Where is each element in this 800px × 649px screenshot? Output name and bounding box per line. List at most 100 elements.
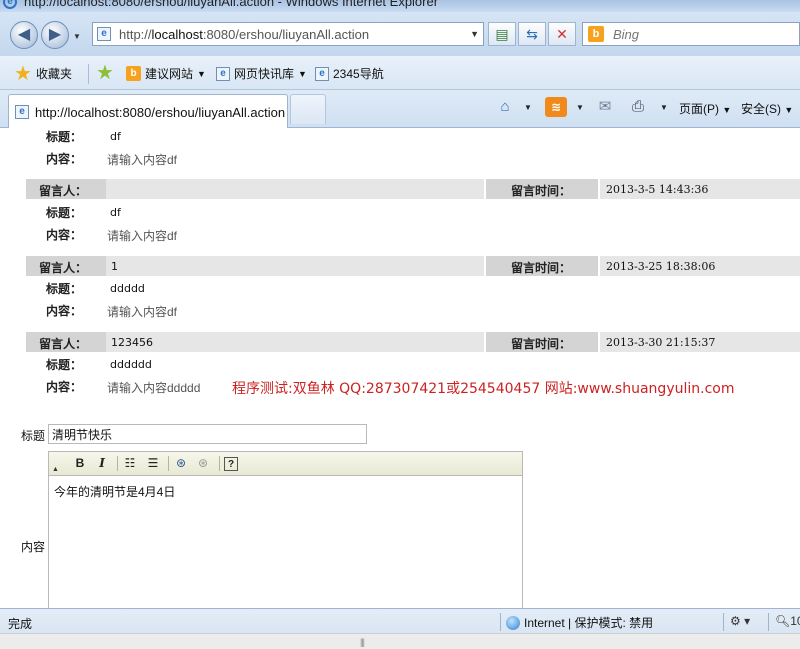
window-title-bar: e http://localhost:8080/ershou/liuyanAll… — [0, 0, 800, 12]
time-label-cell: 留言时间： — [484, 332, 598, 352]
form-title-label: 标题 — [21, 429, 46, 443]
tab-active[interactable]: e http://localhost:8080/ershou/liuyanAll… — [8, 94, 288, 128]
protected-mode-icon[interactable]: ⚙ ▾ — [730, 614, 750, 628]
status-bar: 完成 Internet | 保护模式: 禁用 ⚙ ▾ 🔍︎10 ||| — [0, 608, 800, 649]
time-cell: 2013-3-30 21:15:37 — [598, 332, 800, 352]
title-label: 标题： — [46, 282, 83, 296]
time-cell: 2013-3-25 18:38:06 — [598, 256, 800, 276]
fav-item-suggested-sites[interactable]: b 建议网站 ▼ — [126, 65, 206, 82]
ie-page-icon: e — [15, 105, 29, 119]
address-dropdown-icon[interactable]: ▼ — [470, 29, 479, 39]
ie-page-icon: e — [216, 66, 230, 81]
add-to-favorites-bar-button[interactable]: ★ — [96, 62, 114, 84]
back-button[interactable]: ◀ — [10, 21, 38, 49]
search-box[interactable]: b Bing — [582, 22, 800, 46]
author-label: 留言人： — [39, 337, 88, 351]
tab-bar: e http://localhost:8080/ershou/liuyanAll… — [0, 90, 800, 128]
numbered-list-icon[interactable]: ☷ — [121, 455, 139, 472]
message-title: dddddd — [110, 358, 152, 371]
bing-icon: b — [588, 26, 604, 42]
author-label: 留言人： — [39, 184, 88, 198]
message-header: 留言人： 123456 留言时间： 2013-3-30 21:15:37 — [26, 332, 800, 352]
author-cell — [106, 256, 484, 276]
time-value: 2013-3-5 14:43:36 — [606, 183, 709, 196]
title-label: 标题： — [46, 130, 83, 144]
message-title: df — [110, 130, 121, 143]
title-label: 标题： — [46, 358, 83, 372]
message-content: 请输入内容df — [107, 229, 178, 243]
forward-button[interactable]: ▶ — [41, 21, 69, 49]
rss-feed-icon[interactable]: ≋ — [545, 97, 567, 117]
scroll-grip-icon[interactable]: ||| — [360, 637, 365, 647]
italic-button[interactable]: I — [93, 455, 111, 472]
zoom-icon: 🔍︎ — [775, 614, 791, 628]
editor-content[interactable]: 今年的清明节是4月4日 — [49, 477, 522, 608]
fav-item-label: 2345导航 — [333, 67, 384, 81]
add-favorite-icon: ★ — [96, 62, 114, 84]
address-url[interactable]: http://localhost:8080/ershou/liuyanAll.a… — [119, 27, 369, 42]
tab-title: http://localhost:8080/ershou/liuyanAll.a… — [35, 105, 286, 120]
editor-toolbar: ▲ B I ☷ ☰ ⊛ ⊛ ? — [49, 452, 522, 476]
safety-menu[interactable]: 安全(S) ▼ — [741, 100, 793, 117]
separator — [723, 613, 724, 631]
favorites-label: 收藏夹 — [35, 67, 72, 81]
security-zone[interactable]: Internet | 保护模式: 禁用 — [506, 614, 653, 631]
navigation-bar: ◀ ▶ ▼ e http://localhost:8080/ershou/liu… — [0, 12, 800, 56]
separator — [117, 456, 118, 471]
search-placeholder: Bing — [613, 27, 640, 42]
new-tab-button[interactable] — [290, 94, 326, 124]
time-label-cell: 留言时间： — [484, 179, 598, 199]
print-icon[interactable]: ⎙ — [627, 97, 649, 117]
chevron-down-icon: ▼ — [298, 68, 307, 79]
bold-button[interactable]: B — [71, 455, 89, 472]
refresh-icon[interactable]: ⇆ — [518, 22, 546, 46]
content-label: 内容： — [46, 380, 83, 394]
horizontal-scrollbar[interactable]: ||| — [0, 633, 800, 649]
home-icon[interactable]: ⌂ — [494, 97, 516, 117]
time-label: 留言时间： — [511, 184, 572, 198]
insert-link-icon[interactable]: ⊛ — [172, 455, 190, 472]
page-content: 标题： df 内容： 请输入内容df 留言人： 留言时间： 2013-3-5 1… — [0, 128, 800, 608]
author-value: 1 — [111, 260, 118, 273]
help-button[interactable]: ? — [224, 457, 238, 471]
ie-page-icon: e — [97, 27, 111, 41]
stop-icon[interactable]: ✕ — [548, 22, 576, 46]
toolbar-collapse-icon[interactable]: ▲ — [52, 466, 59, 473]
fav-item-label: 网页快讯库 — [234, 67, 295, 81]
chevron-down-icon[interactable]: ▼ — [660, 103, 668, 112]
separator — [219, 456, 220, 471]
address-bar[interactable]: e http://localhost:8080/ershou/liuyanAll… — [92, 22, 484, 46]
page-menu[interactable]: 页面(P) ▼ — [679, 100, 731, 117]
chevron-down-icon[interactable]: ▼ — [524, 103, 532, 112]
time-label: 留言时间： — [511, 337, 572, 351]
remove-link-icon[interactable]: ⊛ — [194, 455, 212, 472]
fav-item-2345[interactable]: e 2345导航 — [315, 65, 384, 82]
chevron-down-icon[interactable]: ▼ — [576, 103, 584, 112]
compatibility-view-icon[interactable]: ▤ — [488, 22, 516, 46]
author-cell — [106, 179, 484, 199]
chevron-down-icon: ▼ — [197, 68, 206, 79]
globe-icon — [506, 615, 520, 630]
separator — [168, 456, 169, 471]
message-header: 留言人： 留言时间： 2013-3-5 14:43:36 — [26, 179, 800, 199]
form-content-label: 内容 — [21, 540, 46, 554]
author-label: 留言人： — [39, 261, 88, 275]
title-input[interactable] — [48, 424, 367, 444]
bulleted-list-icon[interactable]: ☰ — [144, 455, 162, 472]
separator — [768, 613, 769, 631]
time-cell: 2013-3-5 14:43:36 — [598, 179, 800, 199]
bing-icon: b — [126, 66, 141, 81]
watermark-text: 程序测试:双鱼林 QQ:287307421或254540457 网站:www.s… — [232, 381, 735, 397]
rich-text-editor[interactable]: ▲ B I ☷ ☰ ⊛ ⊛ ? 今年的清明节是4月4日 — [48, 451, 523, 608]
favorites-button[interactable]: ★ 收藏夹 — [14, 64, 72, 84]
time-value: 2013-3-25 18:38:06 — [606, 260, 716, 273]
window-title: http://localhost:8080/ershou/liuyanAll.a… — [24, 0, 439, 9]
author-value: 123456 — [111, 336, 153, 349]
mail-icon[interactable]: ✉ — [594, 97, 616, 117]
separator — [88, 64, 89, 84]
message-title: df — [110, 206, 121, 219]
recent-pages-dropdown-icon[interactable]: ▼ — [73, 32, 81, 41]
zoom-control[interactable]: 🔍︎10 — [775, 614, 800, 628]
fav-item-web-slice[interactable]: e 网页快讯库 ▼ — [216, 65, 307, 82]
content-label: 内容： — [46, 152, 83, 166]
